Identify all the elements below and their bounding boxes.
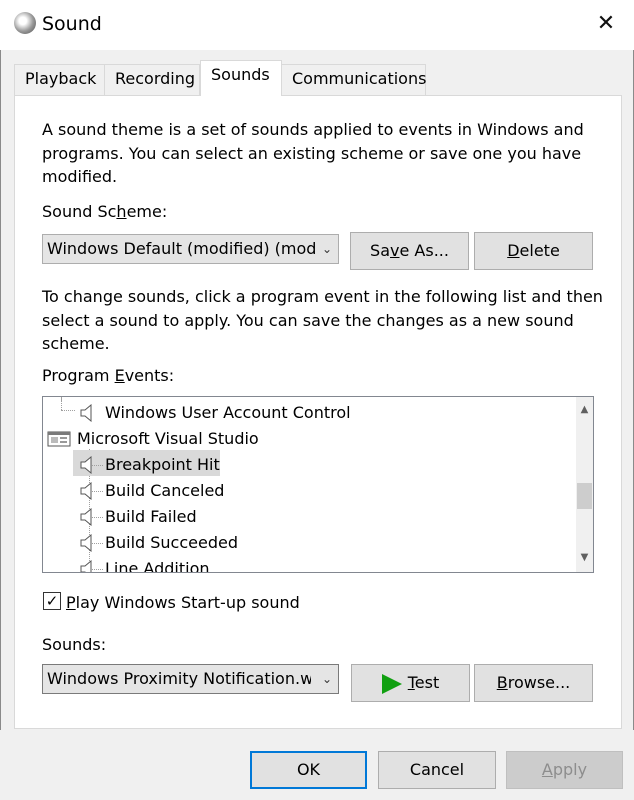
tab-playback[interactable]: Playback (14, 64, 105, 96)
scroll-up-icon[interactable]: ▲ (576, 401, 593, 418)
startup-sound-label[interactable]: Play Windows Start-up sound (66, 593, 300, 612)
sound-scheme-label: Sound Scheme: (42, 202, 168, 221)
speaker-icon (80, 456, 92, 474)
chevron-down-icon: ⌄ (321, 242, 332, 256)
speaker-app-icon (14, 12, 36, 34)
list-item[interactable]: Build Canceled (43, 478, 573, 504)
sounds-value: Windows Proximity Notification.wa (47, 669, 311, 688)
list-group-item[interactable]: Microsoft Visual Studio (43, 426, 573, 452)
speaker-icon (80, 404, 92, 422)
ok-button[interactable]: OK (250, 751, 367, 789)
scroll-down-icon[interactable]: ▼ (576, 549, 593, 566)
chevron-down-icon: ⌄ (321, 672, 332, 686)
tab-recording[interactable]: Recording (104, 64, 200, 96)
list-item[interactable]: Build Succeeded (43, 530, 573, 556)
instructions-text: To change sounds, click a program event … (42, 287, 603, 353)
speaker-icon (80, 508, 92, 526)
delete-button[interactable]: Delete (474, 232, 593, 270)
startup-sound-checkbox[interactable]: ✓ (43, 592, 61, 610)
save-as-button[interactable]: Save As... (350, 232, 469, 270)
program-events-label: Program Events: (42, 366, 175, 385)
close-icon: ✕ (596, 11, 616, 36)
cancel-button[interactable]: Cancel (378, 751, 496, 789)
sounds-label: Sounds: (42, 635, 107, 654)
scroll-thumb[interactable] (577, 483, 592, 509)
speaker-icon (80, 534, 92, 552)
browse-button[interactable]: Browse... (474, 664, 593, 702)
apply-button[interactable]: Apply (506, 751, 623, 789)
program-events-list[interactable]: Windows User Account Control Microsoft V… (42, 396, 594, 573)
tab-communications[interactable]: Communications (281, 64, 426, 96)
sound-scheme-dropdown[interactable]: Windows Default (modified) (mod ⌄ (42, 234, 339, 264)
checkmark-icon: ✓ (45, 592, 59, 610)
test-button[interactable]: Test (351, 664, 470, 702)
close-button[interactable]: ✕ (590, 8, 622, 40)
tab-sounds[interactable]: Sounds (200, 60, 282, 96)
description-text: A sound theme is a set of sounds applied… (42, 120, 584, 186)
list-item-selected[interactable]: Breakpoint Hit (43, 452, 573, 478)
list-item[interactable]: Line Addition (43, 556, 573, 572)
list-item[interactable]: Build Failed (43, 504, 573, 530)
sound-scheme-value: Windows Default (modified) (mod (47, 239, 317, 258)
play-icon (381, 673, 402, 694)
sounds-dropdown[interactable]: Windows Proximity Notification.wa ⌄ (42, 664, 339, 694)
application-icon (47, 431, 71, 447)
speaker-icon (80, 560, 92, 572)
list-item[interactable]: Windows User Account Control (43, 400, 573, 426)
speaker-icon (80, 482, 92, 500)
events-scrollbar[interactable]: ▲ ▼ (576, 397, 593, 572)
window-title: Sound (42, 13, 102, 35)
